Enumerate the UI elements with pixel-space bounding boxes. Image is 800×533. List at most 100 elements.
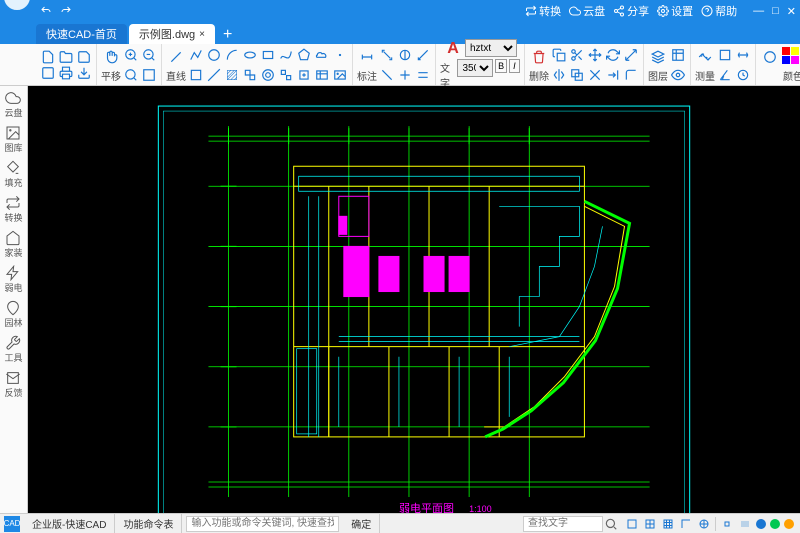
sidebar-item-gallery[interactable]: 图库 <box>4 125 22 154</box>
sidebar-item-feedback[interactable]: 反馈 <box>4 370 22 399</box>
tab-home[interactable]: 快速CAD-首页 <box>36 24 127 44</box>
line-icon[interactable] <box>166 47 186 67</box>
insert-icon[interactable] <box>296 67 312 83</box>
undo-button[interactable] <box>36 5 56 17</box>
text-icon[interactable]: A <box>443 39 463 59</box>
delete-icon[interactable] <box>529 47 549 67</box>
trim-icon[interactable] <box>587 67 603 83</box>
point-icon[interactable] <box>332 47 348 63</box>
zoomwin-icon[interactable] <box>141 67 157 83</box>
status-dot-3[interactable] <box>784 519 794 529</box>
color-swatch[interactable] <box>791 47 799 55</box>
rect-icon[interactable] <box>260 47 276 63</box>
share-button[interactable]: 分享 <box>609 3 653 19</box>
zoomin-icon[interactable] <box>123 47 139 63</box>
layeriso-icon[interactable] <box>670 67 686 83</box>
extend-icon[interactable] <box>605 67 621 83</box>
id-icon[interactable] <box>735 67 751 83</box>
mirror-icon[interactable] <box>551 67 567 83</box>
color-swatch[interactable] <box>782 47 790 55</box>
offset-icon[interactable] <box>569 67 585 83</box>
pan-icon[interactable] <box>101 47 121 67</box>
sidebar-item-garden[interactable]: 园林 <box>4 300 22 329</box>
dim3-icon[interactable] <box>415 47 431 63</box>
add-tab-button[interactable]: + <box>217 26 238 44</box>
polyline-icon[interactable] <box>188 47 204 63</box>
spline-icon[interactable] <box>278 47 294 63</box>
search-input[interactable] <box>523 516 603 532</box>
redo-button[interactable] <box>56 5 76 17</box>
status-dot-1[interactable] <box>756 519 766 529</box>
ok-button[interactable]: 确定 <box>343 514 380 533</box>
close-button[interactable]: ✕ <box>783 5 800 18</box>
snap-icon[interactable] <box>625 517 639 531</box>
sidebar-item-home[interactable]: 家装 <box>4 230 22 259</box>
sidebar-item-elec[interactable]: 弱电 <box>4 265 22 294</box>
new-icon[interactable] <box>40 49 56 65</box>
convert-button[interactable]: 转换 <box>521 3 565 19</box>
sidebar-item-fill[interactable]: 填充 <box>4 160 22 189</box>
print-icon[interactable] <box>58 65 74 81</box>
circle-icon[interactable] <box>206 47 222 63</box>
app-logo[interactable]: CAD <box>2 0 32 12</box>
hatch-icon[interactable] <box>224 67 240 83</box>
open-icon[interactable] <box>58 49 74 65</box>
dim1-icon[interactable] <box>379 47 395 63</box>
grid-icon[interactable] <box>643 517 657 531</box>
cloud-button[interactable]: 云盘 <box>565 3 609 19</box>
angle-icon[interactable] <box>717 67 733 83</box>
ortho-icon[interactable] <box>679 517 693 531</box>
layerprop-icon[interactable] <box>670 47 686 63</box>
polygon-icon[interactable] <box>296 47 312 63</box>
zoomout-icon[interactable] <box>141 47 157 63</box>
cmdtable-button[interactable]: 功能命令表 <box>115 514 182 533</box>
ellipse-icon[interactable] <box>242 47 258 63</box>
bold-button[interactable]: B <box>495 59 506 73</box>
move-icon[interactable] <box>587 47 603 63</box>
dim6-icon[interactable] <box>415 67 431 83</box>
font-select[interactable]: hztxt <box>465 39 517 57</box>
region-icon[interactable] <box>242 67 258 83</box>
rect2-icon[interactable] <box>188 67 204 83</box>
layer-icon[interactable] <box>648 47 668 67</box>
fillet-icon[interactable] <box>623 67 639 83</box>
block-icon[interactable] <box>278 67 294 83</box>
cut-icon[interactable] <box>569 47 585 63</box>
color-palette[interactable] <box>782 47 800 67</box>
status-dot-2[interactable] <box>770 519 780 529</box>
image-icon[interactable] <box>332 67 348 83</box>
dist-icon[interactable] <box>735 47 751 63</box>
polar-icon[interactable] <box>697 517 711 531</box>
table-icon[interactable] <box>314 67 330 83</box>
scale-icon[interactable] <box>623 47 639 63</box>
dim-icon[interactable] <box>357 47 377 67</box>
color-icon[interactable] <box>760 47 780 67</box>
area-icon[interactable] <box>717 47 733 63</box>
fontsize-select[interactable]: 350 <box>457 59 493 77</box>
italic-button[interactable]: I <box>509 59 520 73</box>
export-icon[interactable] <box>76 65 92 81</box>
measure-icon[interactable] <box>695 47 715 67</box>
cloud-icon[interactable] <box>314 47 330 63</box>
command-input[interactable] <box>186 516 339 532</box>
sidebar-item-tools[interactable]: 工具 <box>4 335 22 364</box>
settings-button[interactable]: 设置 <box>653 3 697 19</box>
dim5-icon[interactable] <box>397 67 413 83</box>
dim2-icon[interactable] <box>397 47 413 63</box>
color-swatch[interactable] <box>791 56 799 64</box>
saveas-icon[interactable] <box>40 65 56 81</box>
copy-icon[interactable] <box>551 47 567 63</box>
donut-icon[interactable] <box>260 67 276 83</box>
tab-file[interactable]: 示例图.dwg× <box>129 24 215 44</box>
arc-icon[interactable] <box>224 47 240 63</box>
lwt-icon[interactable] <box>738 517 752 531</box>
osnap-icon[interactable] <box>720 517 734 531</box>
search-icon[interactable] <box>603 516 619 532</box>
sidebar-item-convert[interactable]: 转换 <box>4 195 22 224</box>
tab-close-icon[interactable]: × <box>199 29 205 40</box>
grid2-icon[interactable] <box>661 517 675 531</box>
drawing-canvas[interactable]: 弱电平面图 1:100 <box>28 86 800 513</box>
sidebar-item-cloud[interactable]: 云盘 <box>4 90 22 119</box>
rotate-icon[interactable] <box>605 47 621 63</box>
zoomfit-icon[interactable] <box>123 67 139 83</box>
